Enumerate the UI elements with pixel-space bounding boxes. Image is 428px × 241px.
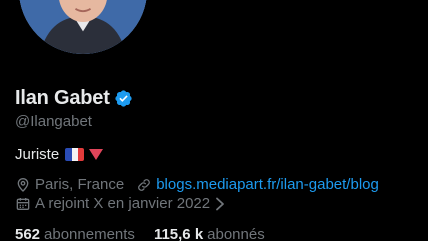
profile-stats: 562 abonnements 115,6 k abonnés — [15, 226, 265, 241]
avatar-photo — [19, 0, 147, 54]
location-pin-icon — [17, 177, 29, 192]
following-link[interactable]: 562 abonnements — [15, 226, 135, 241]
profile-location: Paris, France — [35, 176, 125, 193]
calendar-icon — [16, 197, 30, 210]
profile-joined-date: A rejoint X en janvier 2022 — [35, 195, 211, 212]
followers-label: abonnés — [207, 226, 265, 241]
verified-badge-icon[interactable] — [114, 89, 133, 108]
chevron-right-icon[interactable] — [214, 197, 226, 211]
red-triangle-icon — [89, 149, 104, 160]
bio-text: Juriste — [15, 146, 60, 163]
profile-website-link[interactable]: blogs.mediapart.fr/ilan-gabet/blog — [156, 176, 379, 193]
followers-link[interactable]: 115,6 k abonnés — [154, 226, 265, 241]
profile-meta-row: Paris, France blogs.mediapart.fr/ilan-ga… — [15, 176, 379, 193]
display-name: Ilan Gabet — [15, 86, 110, 109]
profile-joined-row[interactable]: A rejoint X en janvier 2022 — [15, 195, 226, 212]
name-row: Ilan Gabet — [15, 86, 133, 110]
link-icon — [138, 178, 151, 191]
profile-bio: Juriste — [15, 146, 104, 163]
following-count: 562 — [15, 226, 41, 241]
following-label: abonnements — [44, 226, 135, 241]
profile-handle: @Ilangabet — [15, 113, 92, 130]
followers-count: 115,6 k — [153, 226, 204, 241]
profile-avatar[interactable] — [15, 0, 151, 58]
france-flag-icon — [65, 148, 85, 161]
